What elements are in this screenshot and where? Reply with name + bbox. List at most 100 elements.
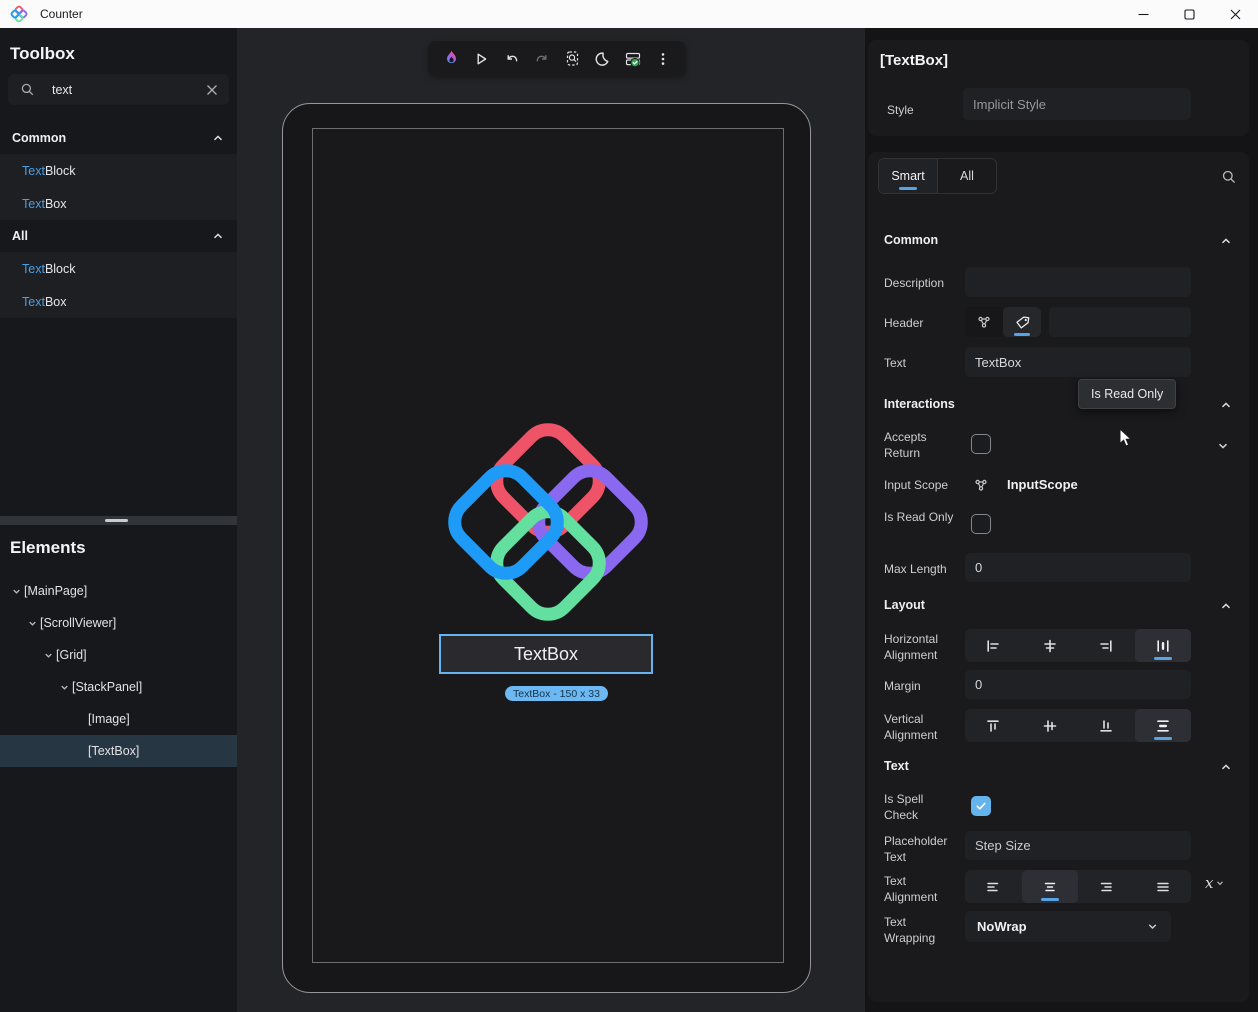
- chevron-down-icon[interactable]: [1216, 439, 1230, 453]
- tree-node-stackpanel[interactable]: [StackPanel]: [0, 671, 237, 703]
- style-input[interactable]: Implicit Style: [963, 88, 1191, 120]
- more-options-icon[interactable]: [650, 46, 676, 72]
- tab-smart[interactable]: Smart: [879, 159, 937, 193]
- stretch-horizontal-button[interactable]: [1135, 629, 1192, 662]
- chevron-down-icon[interactable]: [56, 682, 72, 693]
- theme-toggle-moon-icon[interactable]: [589, 46, 615, 72]
- literal-mode-button[interactable]: [1003, 307, 1041, 337]
- stretch-vertical-button[interactable]: [1135, 709, 1192, 742]
- check-icon: [975, 800, 987, 812]
- text-align-justify-button[interactable]: [1135, 870, 1192, 903]
- toolbox-item-textbox[interactable]: TextBox: [0, 187, 237, 220]
- placeholder-text-input[interactable]: Step Size: [965, 831, 1191, 860]
- align-bottom-icon: [1098, 718, 1114, 734]
- canvas-textbox[interactable]: TextBox: [439, 634, 653, 674]
- is-read-only-checkbox[interactable]: [971, 514, 991, 534]
- align-bottom-button[interactable]: [1078, 709, 1135, 742]
- align-right-button[interactable]: [1078, 629, 1135, 662]
- chevron-up-icon[interactable]: [211, 229, 225, 243]
- margin-input[interactable]: 0: [965, 670, 1191, 699]
- toolbox-item-textblock[interactable]: TextBlock: [0, 154, 237, 187]
- binding-icon[interactable]: [968, 472, 994, 498]
- chevron-down-icon[interactable]: [40, 650, 56, 661]
- property-search-icon[interactable]: [1216, 164, 1242, 190]
- chevron-up-icon[interactable]: [1219, 760, 1233, 774]
- align-center-horizontal-button[interactable]: [1022, 629, 1079, 662]
- horizontal-alignment-group: [965, 629, 1191, 662]
- section-label: Common: [12, 131, 66, 145]
- chevron-down-icon[interactable]: [24, 618, 40, 629]
- text-alignment-variable-dropdown[interactable]: x: [1205, 874, 1225, 892]
- header-mode-toggle: [965, 307, 1041, 337]
- toolbox-search-input[interactable]: text: [8, 74, 229, 105]
- input-scope-value[interactable]: InputScope: [1007, 477, 1078, 492]
- tree-node-label: [StackPanel]: [72, 680, 142, 694]
- align-top-button[interactable]: [965, 709, 1022, 742]
- binding-mode-button[interactable]: [965, 307, 1003, 337]
- clear-search-icon[interactable]: [199, 77, 225, 103]
- chevron-up-icon[interactable]: [1219, 398, 1233, 412]
- chevron-up-icon[interactable]: [211, 131, 225, 145]
- text-align-center-button[interactable]: [1022, 870, 1079, 903]
- tree-node-label: [Image]: [88, 712, 130, 726]
- rest-text: Block: [45, 262, 76, 276]
- text-label: Text: [884, 355, 906, 371]
- is-spell-check-label: Is Spell Check: [884, 791, 960, 823]
- align-left-button[interactable]: [965, 629, 1022, 662]
- accepts-return-checkbox[interactable]: [971, 434, 991, 454]
- tree-node-image[interactable]: [Image]: [0, 703, 237, 735]
- panel-splitter[interactable]: [0, 516, 237, 525]
- toolbox-section-common[interactable]: Common: [0, 122, 237, 154]
- header-input[interactable]: [1049, 307, 1191, 337]
- align-top-icon: [985, 718, 1001, 734]
- text-align-left-button[interactable]: [965, 870, 1022, 903]
- tooltip-text: Is Read Only: [1091, 387, 1163, 401]
- description-input[interactable]: [965, 267, 1191, 297]
- text-align-right-button[interactable]: [1078, 870, 1135, 903]
- chevron-up-icon[interactable]: [1219, 234, 1233, 248]
- inspector-properties-card: Smart All Common Description Header: [868, 152, 1249, 1002]
- splitter-handle[interactable]: [105, 519, 128, 522]
- app-logo-icon: [6, 1, 32, 27]
- maximize-button[interactable]: [1166, 0, 1212, 28]
- changes-status-check-icon[interactable]: [620, 46, 646, 72]
- chevron-down-icon[interactable]: [8, 586, 24, 597]
- close-button[interactable]: [1212, 0, 1258, 28]
- uno-logo-image[interactable]: [430, 405, 666, 637]
- tree-node-grid[interactable]: [Grid]: [0, 639, 237, 671]
- rest-text: Box: [45, 295, 67, 309]
- redo-icon[interactable]: [529, 46, 555, 72]
- toolbox-item-textbox[interactable]: TextBox: [0, 285, 237, 318]
- design-toolbar: [428, 41, 686, 76]
- text-wrapping-value: NoWrap: [977, 919, 1027, 934]
- section-common-title: Common: [884, 233, 938, 247]
- is-spell-check-checkbox[interactable]: [971, 796, 991, 816]
- align-center-vertical-icon: [1042, 718, 1058, 734]
- tree-node-textbox-selected[interactable]: [TextBox]: [0, 735, 237, 767]
- toolbox-item-textblock[interactable]: TextBlock: [0, 252, 237, 285]
- margin-label: Margin: [884, 678, 921, 694]
- minimize-button[interactable]: [1120, 0, 1166, 28]
- text-input[interactable]: TextBox: [965, 347, 1191, 377]
- description-label: Description: [884, 275, 944, 291]
- chevron-up-icon[interactable]: [1219, 599, 1233, 613]
- undo-icon[interactable]: [499, 46, 525, 72]
- text-wrapping-select[interactable]: NoWrap: [965, 911, 1171, 942]
- max-length-input[interactable]: 0: [965, 553, 1191, 582]
- tree-node-scrollviewer[interactable]: [ScrollViewer]: [0, 607, 237, 639]
- align-center-vertical-button[interactable]: [1022, 709, 1079, 742]
- tree-node-label: [MainPage]: [24, 584, 87, 598]
- mode-tabs: Smart All: [878, 158, 997, 194]
- toolbox-section-all[interactable]: All: [0, 220, 237, 252]
- tab-all[interactable]: All: [937, 159, 996, 193]
- tree-node-mainpage[interactable]: [MainPage]: [0, 575, 237, 607]
- hot-design-flame-icon[interactable]: [438, 46, 464, 72]
- align-left-icon: [985, 638, 1001, 654]
- window-title: Counter: [40, 7, 83, 21]
- text-alignment-group: [965, 870, 1191, 903]
- inspect-element-icon[interactable]: [559, 46, 585, 72]
- match-text: Text: [22, 164, 45, 178]
- text-align-center-icon: [1042, 879, 1058, 895]
- play-icon[interactable]: [468, 46, 494, 72]
- sidebar: Toolbox text Common TextBlock TextBox Al…: [0, 28, 237, 1012]
